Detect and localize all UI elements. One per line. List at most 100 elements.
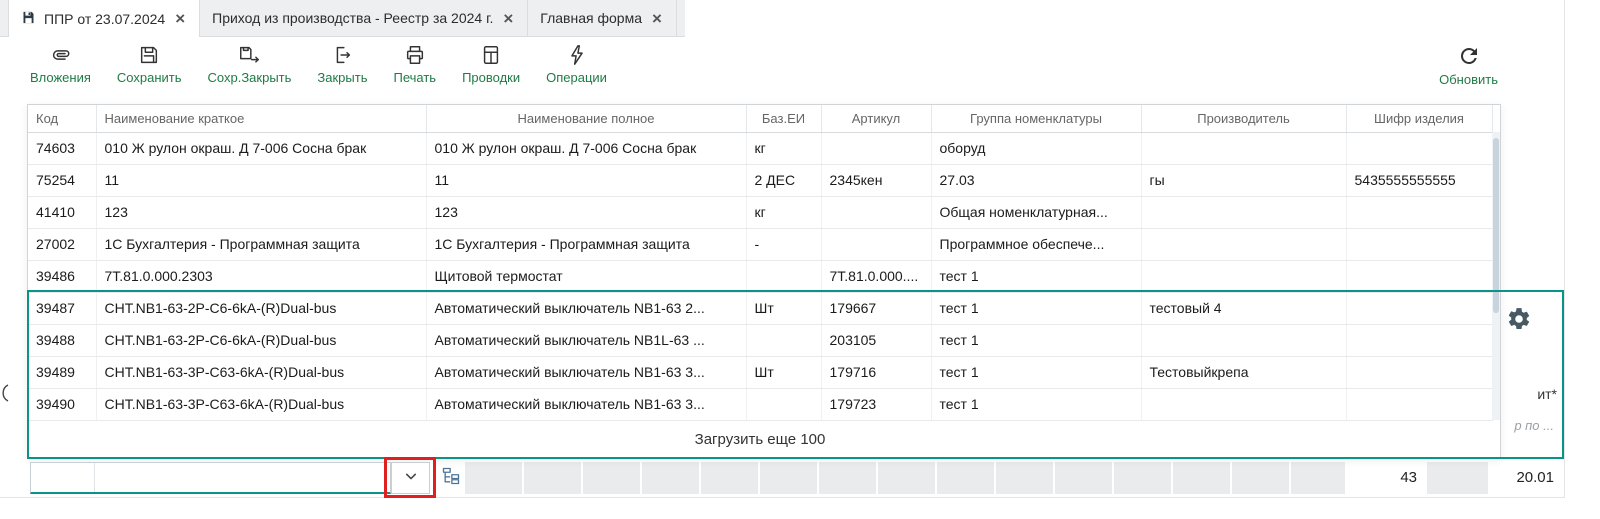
table-cell: Автоматический выключатель NB1-63 3...	[426, 388, 746, 420]
table-cell: 39487	[28, 292, 96, 324]
table-cell: тест 1	[931, 356, 1141, 388]
table-cell: 27002	[28, 228, 96, 260]
table-cell	[746, 324, 821, 356]
field-placeholder-fragment[interactable]: р по ...	[1488, 418, 1554, 433]
save-close-button[interactable]: Сохр.Закрыть	[208, 44, 292, 85]
table-cell: Щитовой термостат	[426, 260, 746, 292]
table-cell: 1С Бухгалтерия - Программная защита	[426, 228, 746, 260]
operations-button[interactable]: Операции	[546, 44, 607, 85]
lightning-icon	[566, 44, 588, 66]
tab-prihod-reestr[interactable]: Приход из производства - Реестр за 2024 …	[200, 0, 528, 36]
table-cell: Тестовыйкрепа	[1141, 356, 1346, 388]
printer-icon	[404, 44, 426, 66]
table-cell: 75254	[28, 164, 96, 196]
table-cell: гы	[1141, 164, 1346, 196]
table-cell: 123	[426, 196, 746, 228]
table-cell	[821, 196, 931, 228]
column-header-name-full[interactable]: Наименование полное	[426, 105, 746, 132]
table-row[interactable]: 7525411112 ДЕС2345кен27.03гы543555555555…	[28, 164, 1492, 196]
chevron-down-icon	[404, 469, 418, 487]
table-cell: 7Т.81.0.000.2303	[96, 260, 426, 292]
tab-glavnaya-forma[interactable]: Главная форма ×	[528, 0, 677, 36]
tree-view-icon	[441, 466, 461, 491]
close-tab-icon[interactable]: ×	[501, 10, 515, 27]
table-cell: Общая номенклатурная...	[931, 196, 1141, 228]
postings-button[interactable]: Проводки	[462, 44, 520, 85]
filter-name-input[interactable]	[95, 463, 390, 492]
table-cell: 41410	[28, 196, 96, 228]
table-cell: -	[746, 228, 821, 260]
table-cell: 5435555555555	[1346, 164, 1492, 196]
attachments-button[interactable]: Вложения	[30, 44, 91, 85]
toolbar-button-label: Сохранить	[117, 70, 182, 85]
table-cell	[1141, 388, 1346, 420]
table-cell: 010 Ж рулон окраш. Д 7-006 Сосна брак	[426, 132, 746, 164]
load-more-button[interactable]: Загрузить еще 100	[28, 420, 1492, 458]
scrollbar-thumb[interactable]	[1493, 138, 1499, 313]
item-list-popup: Код Наименование краткое Наименование по…	[27, 104, 1501, 459]
table-row[interactable]: 41410123123кгОбщая номенклатурная...	[28, 196, 1492, 228]
table-cell	[1141, 228, 1346, 260]
column-header-baz-ei[interactable]: Баз.ЕИ	[746, 105, 821, 132]
tab-bar: ППР от 23.07.2024 × Приход из производст…	[0, 0, 685, 37]
window-edge-artifact	[0, 383, 9, 408]
table-cell: оборуд	[931, 132, 1141, 164]
table-row[interactable]: 39489CHT.NB1-63-3P-C63-6kA-(R)Dual-busАв…	[28, 356, 1492, 388]
tab-label: Главная форма	[540, 10, 642, 26]
table-cell	[1346, 356, 1492, 388]
refresh-button[interactable]: Обновить	[1439, 44, 1498, 87]
filter-code-input[interactable]	[31, 463, 95, 492]
table-row[interactable]: 394867Т.81.0.000.2303Щитовой термостат 7Т…	[28, 260, 1492, 292]
table-cell	[1141, 324, 1346, 356]
table-cell: 2 ДЕС	[746, 164, 821, 196]
close-tab-icon[interactable]: ×	[173, 10, 187, 27]
table-cell: 010 Ж рулон окраш. Д 7-006 Сосна брак	[96, 132, 426, 164]
window-right-edge	[1564, 0, 1565, 497]
table-row[interactable]: 74603010 Ж рулон окраш. Д 7-006 Сосна бр…	[28, 132, 1492, 164]
table-cell: 179723	[821, 388, 931, 420]
table-cell: Автоматический выключатель NB1L-63 ...	[426, 324, 746, 356]
vertical-scrollbar	[1492, 132, 1500, 420]
table-cell: 7Т.81.0.000....	[821, 260, 931, 292]
table-cell	[1346, 196, 1492, 228]
table-cell	[1141, 260, 1346, 292]
column-header-artikul[interactable]: Артикул	[821, 105, 931, 132]
close-button[interactable]: Закрыть	[317, 44, 367, 85]
table-row[interactable]: 27002 1С Бухгалтерия - Программная защита…	[28, 228, 1492, 260]
column-header-group[interactable]: Группа номенклатуры	[931, 105, 1141, 132]
table-cell: 39486	[28, 260, 96, 292]
table-cell	[746, 388, 821, 420]
toolbar: Вложения Сохранить Сохр.Закрыть Закрыть …	[0, 37, 1564, 103]
column-header-shifr[interactable]: Шифр изделия	[1346, 105, 1492, 132]
toolbar-button-group: Вложения Сохранить Сохр.Закрыть Закрыть …	[30, 44, 607, 85]
paperclip-icon	[49, 44, 71, 66]
close-tab-icon[interactable]: ×	[650, 10, 664, 27]
save-button[interactable]: Сохранить	[117, 44, 182, 85]
tree-view-button[interactable]	[437, 464, 465, 492]
column-header-name-short[interactable]: Наименование краткое	[96, 105, 426, 132]
column-header-manufacturer[interactable]: Производитель	[1141, 105, 1346, 132]
footer-total-quantity: 43	[1345, 462, 1425, 494]
tab-ppr[interactable]: ППР от 23.07.2024 ×	[8, 0, 200, 37]
postings-table-icon	[480, 44, 502, 66]
table-row[interactable]: 39487CHT.NB1-63-2P-C6-6kA-(R)Dual-busАвт…	[28, 292, 1492, 324]
toolbar-button-label: Обновить	[1439, 72, 1498, 87]
table-cell: кг	[746, 196, 821, 228]
tab-label: Приход из производства - Реестр за 2024 …	[212, 10, 493, 26]
toolbar-button-label: Печать	[393, 70, 436, 85]
table-cell: тестовый 4	[1141, 292, 1346, 324]
dropdown-button[interactable]	[391, 462, 430, 494]
column-header-kod[interactable]: Код	[28, 105, 96, 132]
table-row[interactable]: 39490CHT.NB1-63-3P-C63-6kA-(R)Dual-busАв…	[28, 388, 1492, 420]
table-cell: CHT.NB1-63-3P-C63-6kA-(R)Dual-bus	[96, 388, 426, 420]
table-cell: CHT.NB1-63-2P-C6-6kA-(R)Dual-bus	[96, 324, 426, 356]
table-cell	[821, 228, 931, 260]
print-button[interactable]: Печать	[393, 44, 436, 85]
table-header-row: Код Наименование краткое Наименование по…	[28, 105, 1492, 132]
table-row[interactable]: 39488CHT.NB1-63-2P-C6-6kA-(R)Dual-busАвт…	[28, 324, 1492, 356]
table-cell	[1346, 324, 1492, 356]
toolbar-button-label: Закрыть	[317, 70, 367, 85]
table-cell: тест 1	[931, 260, 1141, 292]
footer-empty-cells	[465, 462, 1345, 494]
settings-button[interactable]	[1506, 306, 1532, 332]
